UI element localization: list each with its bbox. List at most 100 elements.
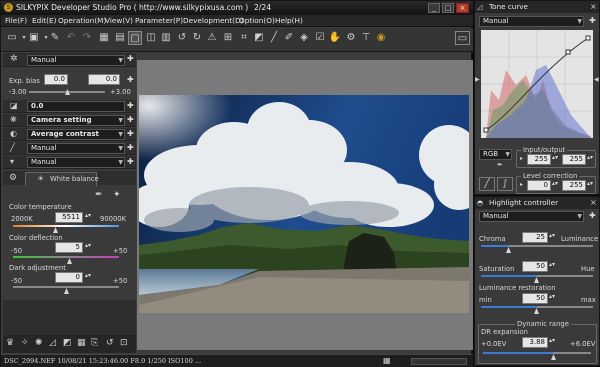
ok-icon[interactable]: ☑	[313, 31, 327, 45]
crop-icon[interactable]: ⌗	[237, 31, 251, 45]
lr-value[interactable]: 50	[522, 293, 548, 304]
noise-dropdown[interactable]: Manual ▼	[27, 157, 125, 168]
tone-curve-graph[interactable]	[481, 30, 593, 138]
add-icon[interactable]: ✚	[127, 54, 134, 63]
rotate-left-icon[interactable]: ↺	[175, 31, 189, 45]
undo-icon[interactable]: ↶	[64, 31, 78, 45]
highlight-preset-dropdown[interactable]: Manual ▼	[479, 211, 584, 222]
noise-add-icon[interactable]: ✚	[127, 157, 134, 166]
color-tools-icon[interactable]: ⚙	[9, 173, 17, 183]
lc-input-value[interactable]: 0	[527, 180, 551, 191]
settings-gear-icon[interactable]: ✲	[10, 54, 18, 64]
tool-crown-icon[interactable]: ♛	[6, 338, 14, 348]
sharpness-dropdown[interactable]: Manual ▼	[27, 143, 125, 154]
input-stepper-icon[interactable]: ▴▾	[552, 154, 558, 161]
wb-dropper-icon[interactable]: ✒	[95, 190, 103, 200]
saturation-slider[interactable]	[481, 275, 593, 277]
ct-slider[interactable]	[13, 225, 119, 227]
channel-dropdown[interactable]: RGB ▼	[479, 149, 512, 160]
smooth-curve-icon[interactable]: ∫	[497, 177, 513, 191]
tone-handle-left-icon[interactable]: ▶	[475, 76, 480, 83]
camera-add-icon[interactable]: ✚	[127, 115, 134, 124]
silkypix-icon[interactable]: ◉	[374, 31, 388, 45]
da-value[interactable]: 0	[55, 272, 83, 283]
close-button[interactable]: ×	[456, 3, 469, 13]
tone-preset-dropdown[interactable]: Manual ▼	[479, 16, 584, 27]
tool-curve-icon[interactable]: ◿	[49, 338, 56, 348]
tool-lens-icon[interactable]: ◩	[63, 338, 72, 348]
lc-input-stepper-icon[interactable]: ▴▾	[552, 180, 558, 187]
status-icon[interactable]: ▦	[383, 356, 391, 365]
image-canvas[interactable]	[137, 60, 473, 350]
grid-view-icon[interactable]: ▦	[97, 31, 111, 45]
split-view-icon[interactable]: ▥	[159, 31, 173, 45]
saturation-value[interactable]: 50	[522, 261, 548, 272]
chroma-stepper-icon[interactable]: ▴▾	[549, 232, 555, 239]
lr-slider[interactable]	[481, 306, 593, 308]
spot-icon[interactable]: ⚙	[344, 31, 358, 45]
preset-dropdown[interactable]: Manual ▼	[27, 55, 125, 66]
dr-value[interactable]: 3.88	[522, 337, 548, 348]
input-value[interactable]: 255	[527, 154, 551, 165]
straighten-icon[interactable]: ◩	[252, 31, 266, 45]
menu-edit[interactable]: Edit(E)	[32, 16, 56, 25]
hand-icon[interactable]: ✋	[328, 31, 342, 45]
ct-thumb[interactable]	[53, 227, 58, 233]
menu-file[interactable]: File(F)	[5, 16, 27, 25]
fill-icon[interactable]: ◈	[297, 31, 311, 45]
brush-icon[interactable]: ✐	[282, 31, 296, 45]
menu-operation[interactable]: Operation(M)	[58, 16, 106, 25]
contrast-dropdown[interactable]: Average contrast ▼	[27, 129, 125, 140]
sharpness-add-icon[interactable]: ✚	[127, 143, 134, 152]
tone-curve-close-icon[interactable]: ×	[590, 2, 597, 11]
exp-bias-value[interactable]: 0.0	[88, 74, 120, 85]
chroma-slider[interactable]	[481, 245, 593, 247]
wb-value-field[interactable]: 0.0	[27, 101, 125, 112]
grid-icon[interactable]: ⊞	[221, 31, 235, 45]
chroma-value[interactable]: 25	[522, 232, 548, 243]
lr-thumb[interactable]	[534, 308, 539, 314]
contrast-add-icon[interactable]: ✚	[127, 129, 134, 138]
tool-grid-icon[interactable]: ▦	[77, 338, 86, 348]
menu-development[interactable]: Development(D)	[183, 16, 243, 25]
edit-icon[interactable]: ✎	[48, 31, 62, 45]
single-view-icon[interactable]: ▢	[128, 31, 142, 45]
status-scrollbar[interactable]	[411, 358, 467, 365]
minimize-button[interactable]: _	[428, 3, 440, 13]
menu-option[interactable]: Option(O)	[239, 16, 275, 25]
cd-slider[interactable]	[13, 256, 119, 258]
tone-handle-right-icon[interactable]: ◀	[594, 76, 599, 83]
lr-stepper-icon[interactable]: ▴▾	[549, 293, 555, 300]
redo-icon[interactable]: ↷	[80, 31, 94, 45]
highlight-add-icon[interactable]: ✚	[589, 211, 596, 220]
list-view-icon[interactable]: ▤	[113, 31, 127, 45]
dropper-icon[interactable]: ╱	[267, 31, 281, 45]
output-value[interactable]: 255	[562, 154, 586, 165]
menu-view[interactable]: View(V)	[105, 16, 133, 25]
monitor-icon[interactable]: ▭	[455, 31, 470, 45]
menu-help[interactable]: Help(H)	[275, 16, 303, 25]
maximize-button[interactable]: □	[442, 3, 454, 13]
dr-stepper-icon[interactable]: ▴▾	[549, 337, 555, 344]
wb-add-icon[interactable]: ✚	[127, 101, 134, 110]
tool-lock-icon[interactable]: ⊡	[120, 338, 128, 348]
dr-slider[interactable]	[483, 352, 591, 354]
tool-reset-icon[interactable]: ↺	[106, 338, 114, 348]
output-stepper-icon[interactable]: ▴▾	[587, 154, 593, 161]
tone-dropper-icon[interactable]: ✒	[497, 161, 503, 169]
chroma-thumb[interactable]	[506, 247, 511, 253]
wb-auto-icon[interactable]: ✦	[113, 190, 121, 200]
tool-gear-icon[interactable]: ✺	[35, 338, 43, 348]
tool-copy-icon[interactable]: ⎘	[91, 338, 98, 348]
saturation-stepper-icon[interactable]: ▴▾	[549, 261, 555, 268]
print-icon[interactable]: ⊤	[359, 31, 373, 45]
rotate-right-icon[interactable]: ↻	[190, 31, 204, 45]
ct-value[interactable]: 5511	[55, 212, 83, 223]
da-thumb[interactable]	[64, 288, 69, 294]
compare-icon[interactable]: ◫	[144, 31, 158, 45]
exp-bias-input[interactable]: 0.0	[44, 74, 68, 85]
menu-parameter[interactable]: Parameter(P)	[135, 16, 183, 25]
highlight-close-icon[interactable]: ×	[590, 198, 597, 207]
cd-value[interactable]: 5	[55, 242, 83, 253]
lc-output-value[interactable]: 255	[562, 180, 586, 191]
